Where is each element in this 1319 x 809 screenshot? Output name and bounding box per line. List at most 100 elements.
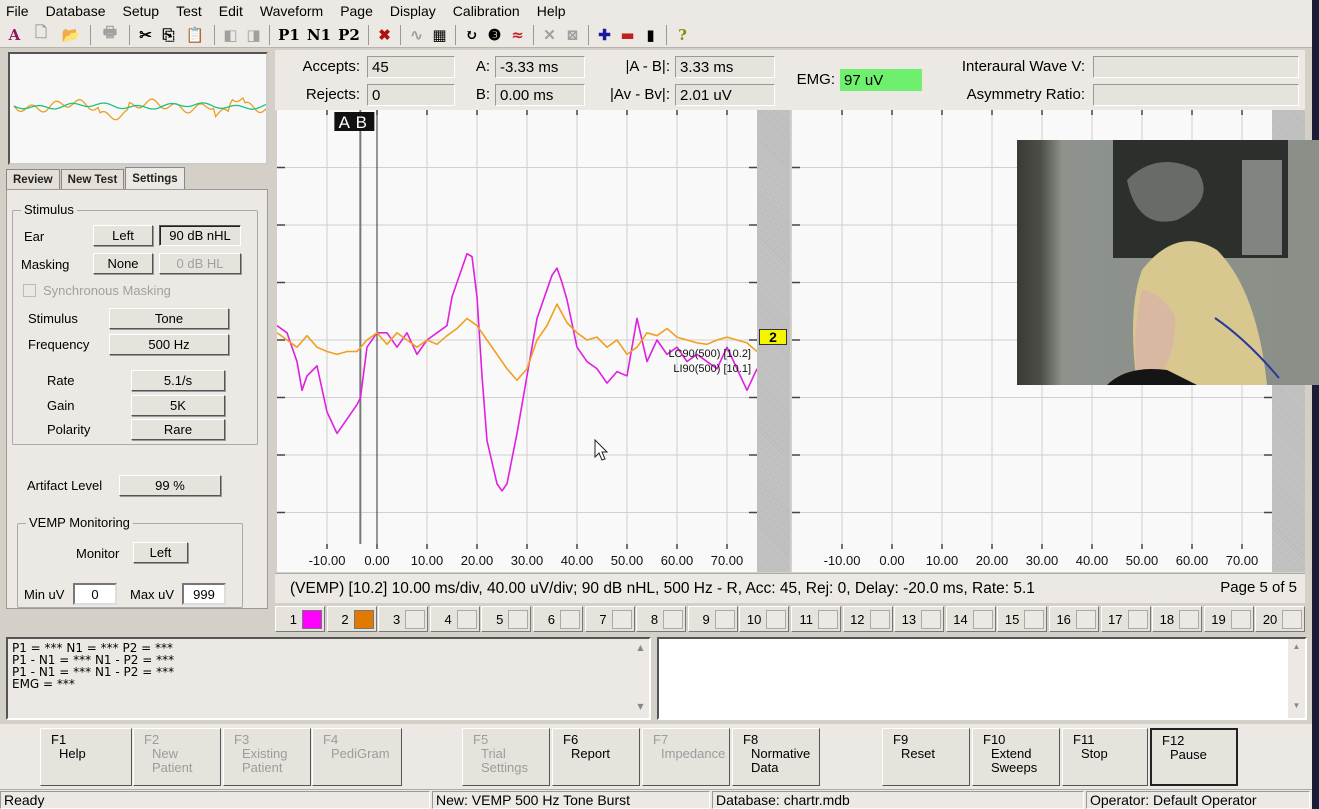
notes-scrollbar[interactable]: ▲ ▼ bbox=[1288, 639, 1305, 718]
fkey-f1-button[interactable]: F1 Help bbox=[40, 728, 132, 786]
trace-color-swatch[interactable] bbox=[869, 609, 890, 629]
cut-icon[interactable]: ✂ bbox=[134, 24, 157, 46]
masking-button[interactable]: None bbox=[93, 253, 153, 274]
page-next-icon[interactable]: ◨ bbox=[242, 24, 265, 46]
trace-color-swatch[interactable] bbox=[456, 609, 477, 629]
page-prev-icon[interactable]: ◧ bbox=[219, 24, 242, 46]
refresh-icon[interactable]: ↻ bbox=[460, 24, 483, 46]
monitor-button[interactable]: Left bbox=[133, 542, 188, 563]
menu-calibration[interactable]: Calibration bbox=[453, 3, 520, 19]
trace-color-swatch[interactable] bbox=[559, 609, 580, 629]
scroll-up-icon[interactable]: ▲ bbox=[1288, 642, 1305, 656]
trace-button-18[interactable]: 18 bbox=[1152, 606, 1203, 632]
fkey-f9-button[interactable]: F9 Reset bbox=[882, 728, 970, 786]
trace-button-4[interactable]: 4 bbox=[429, 606, 480, 632]
cursor-a-label[interactable]: A bbox=[339, 113, 351, 132]
font-icon[interactable]: A bbox=[3, 24, 26, 46]
trace-color-swatch[interactable] bbox=[1179, 609, 1200, 629]
fkey-f6-button[interactable]: F6 Report bbox=[552, 728, 640, 786]
menu-edit[interactable]: Edit bbox=[219, 3, 243, 19]
fkey-f8-button[interactable]: F8 Normative Data bbox=[732, 728, 820, 786]
fkey-f2-button[interactable]: F2 New Patient bbox=[133, 728, 221, 786]
trace-button-19[interactable]: 19 bbox=[1203, 606, 1254, 632]
trace-button-14[interactable]: 14 bbox=[945, 606, 996, 632]
cursor-b-label[interactable]: B bbox=[356, 113, 367, 132]
ear-button[interactable]: Left bbox=[93, 225, 153, 246]
scroll-down-icon[interactable]: ▼ bbox=[1288, 701, 1305, 715]
trace-button-15[interactable]: 15 bbox=[997, 606, 1048, 632]
trace-button-5[interactable]: 5 bbox=[481, 606, 532, 632]
trace-button-9[interactable]: 9 bbox=[687, 606, 738, 632]
trace-color-swatch[interactable] bbox=[1230, 609, 1251, 629]
fkey-f4-button[interactable]: F4 PediGram bbox=[312, 728, 402, 786]
menu-setup[interactable]: Setup bbox=[123, 3, 160, 19]
overlay-waves-icon[interactable]: ≈ bbox=[506, 24, 529, 46]
menu-help[interactable]: Help bbox=[537, 3, 566, 19]
notes-panel[interactable]: ▲ ▼ bbox=[657, 637, 1307, 720]
sync-masking-checkbox[interactable] bbox=[23, 284, 36, 297]
trace-button-2[interactable]: 2 bbox=[326, 606, 377, 632]
p1-marker-icon[interactable]: P1 bbox=[274, 24, 304, 46]
trace-color-swatch[interactable] bbox=[1024, 609, 1045, 629]
grid-icon[interactable]: ▦ bbox=[428, 24, 451, 46]
masking-level-button[interactable]: 0 dB HL bbox=[159, 253, 241, 274]
scroll-up-icon[interactable]: ▲ bbox=[632, 642, 649, 656]
cross-icon[interactable]: ✕ bbox=[538, 24, 561, 46]
trace-color-swatch[interactable] bbox=[972, 609, 993, 629]
tab-new-test[interactable]: New Test bbox=[60, 169, 125, 190]
trace-button-11[interactable]: 11 bbox=[790, 606, 841, 632]
rate-button[interactable]: 5.1/s bbox=[131, 370, 225, 391]
invert-icon[interactable]: ❸ bbox=[483, 24, 506, 46]
menu-display[interactable]: Display bbox=[390, 3, 436, 19]
fkey-f12-button[interactable]: F12 Pause bbox=[1150, 728, 1238, 786]
menu-waveform[interactable]: Waveform bbox=[260, 3, 323, 19]
waveform-marker-2[interactable]: 2 bbox=[759, 329, 787, 345]
waveform-icon[interactable]: ∿ bbox=[405, 24, 428, 46]
fkey-f11-button[interactable]: F11 Stop bbox=[1062, 728, 1148, 786]
waveform-graph-left[interactable]: -10.00 0.00 10.00 20.00 30.00 40.00 50.00 60.00… bbox=[276, 110, 758, 572]
polarity-button[interactable]: Rare bbox=[131, 419, 225, 440]
trace-button-7[interactable]: 7 bbox=[584, 606, 635, 632]
open-folder-icon[interactable]: 📂 bbox=[56, 24, 86, 46]
stimulus-type-button[interactable]: Tone bbox=[109, 308, 229, 329]
trace-color-swatch[interactable] bbox=[766, 609, 787, 629]
max-uv-input[interactable]: 999 bbox=[182, 583, 226, 605]
trace-color-swatch[interactable] bbox=[817, 609, 838, 629]
print-icon[interactable]: 🖶 bbox=[95, 23, 125, 46]
n1-marker-icon[interactable]: N1 bbox=[304, 24, 334, 46]
trace-button-16[interactable]: 16 bbox=[1048, 606, 1099, 632]
help-icon[interactable]: ? bbox=[671, 24, 694, 46]
trace-button-12[interactable]: 12 bbox=[842, 606, 893, 632]
tab-settings[interactable]: Settings bbox=[125, 167, 185, 190]
results-scrollbar[interactable]: ▲ ▼ bbox=[632, 639, 649, 718]
trace-color-swatch[interactable] bbox=[1282, 609, 1303, 629]
trace-button-3[interactable]: 3 bbox=[378, 606, 429, 632]
menu-test[interactable]: Test bbox=[176, 3, 202, 19]
fkey-f10-button[interactable]: F10 Extend Sweeps bbox=[972, 728, 1060, 786]
fkey-f5-button[interactable]: F5 Trial Settings bbox=[462, 728, 550, 786]
tab-review[interactable]: Review bbox=[6, 169, 60, 190]
scroll-down-icon[interactable]: ▼ bbox=[632, 701, 649, 715]
ruler-icon[interactable]: ▮ bbox=[639, 24, 662, 46]
min-uv-input[interactable]: 0 bbox=[73, 583, 117, 605]
paste-icon[interactable]: 📋 bbox=[180, 24, 210, 46]
box-x-icon[interactable]: ⊠ bbox=[561, 24, 584, 46]
trace-color-swatch[interactable] bbox=[405, 609, 426, 629]
new-file-icon[interactable]: 🗋 bbox=[26, 23, 56, 46]
menu-file[interactable]: File bbox=[6, 3, 29, 19]
trace-button-1[interactable]: 1 bbox=[275, 606, 325, 632]
artifact-level-button[interactable]: 99 % bbox=[119, 475, 221, 496]
trace-color-swatch[interactable] bbox=[663, 609, 684, 629]
fkey-f3-button[interactable]: F3 Existing Patient bbox=[223, 728, 311, 786]
add-wave-icon[interactable]: ✚ bbox=[593, 24, 616, 46]
menu-database[interactable]: Database bbox=[46, 3, 106, 19]
trace-button-17[interactable]: 17 bbox=[1100, 606, 1151, 632]
overview-thumbnail[interactable] bbox=[8, 52, 268, 165]
trace-button-10[interactable]: 10 bbox=[739, 606, 790, 632]
trace-color-swatch[interactable] bbox=[353, 609, 374, 629]
menu-page[interactable]: Page bbox=[340, 3, 373, 19]
trace-color-swatch[interactable] bbox=[1075, 609, 1096, 629]
copy-icon[interactable]: ⎘ bbox=[157, 24, 180, 46]
trace-color-swatch[interactable] bbox=[302, 609, 322, 629]
trace-color-swatch[interactable] bbox=[508, 609, 529, 629]
